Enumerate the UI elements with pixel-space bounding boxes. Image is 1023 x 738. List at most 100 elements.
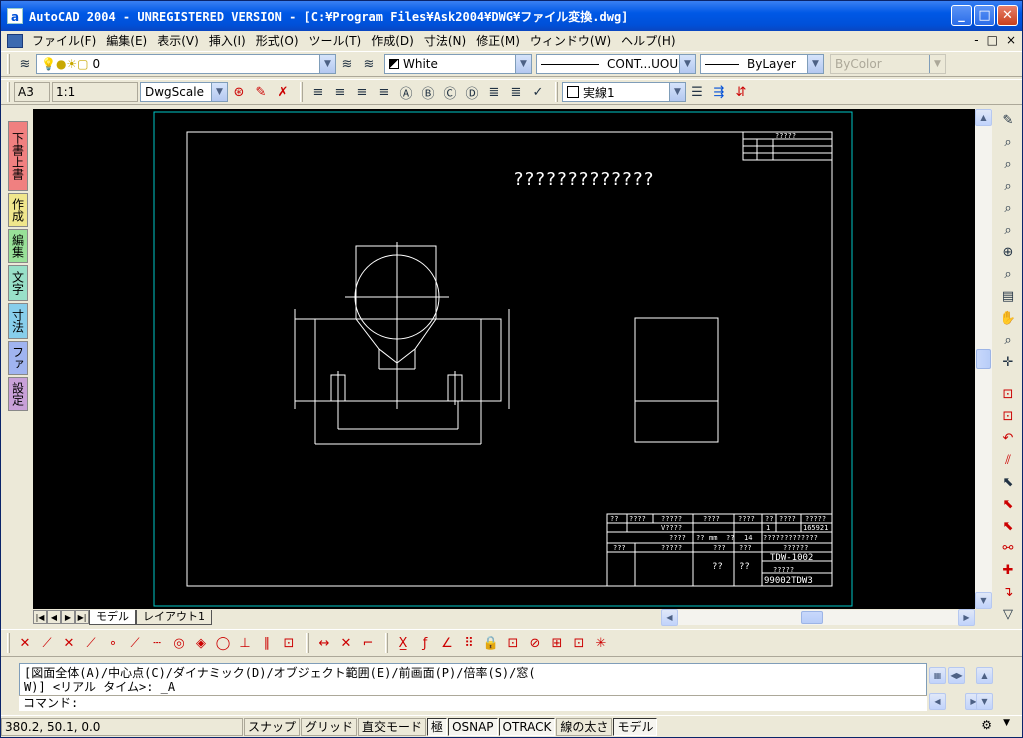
- chevron-down-icon[interactable]: ▼: [679, 55, 695, 73]
- text-b-icon[interactable]: Ⓑ: [417, 81, 439, 103]
- zoom-previous-icon[interactable]: ⌕: [997, 329, 1019, 351]
- layer-match-icon[interactable]: ⇶: [708, 81, 730, 103]
- layer-change-icon[interactable]: ⇵: [730, 81, 752, 103]
- layer-dropdown[interactable]: 💡●☀▢ 0 ▼: [36, 54, 336, 74]
- paper-size-field[interactable]: A3: [14, 82, 50, 102]
- select-undo-icon[interactable]: ↶: [997, 427, 1019, 449]
- text-style-icon-2[interactable]: ≡: [329, 81, 351, 103]
- scale-field[interactable]: 1:1: [52, 82, 138, 102]
- horizontal-scrollbar[interactable]: ◀ ▶: [661, 609, 975, 626]
- communication-center-icon[interactable]: ⚙: [981, 718, 992, 732]
- menu-window[interactable]: ウィンドウ(W): [525, 31, 616, 51]
- snap-intersection-icon[interactable]: ✕: [58, 632, 80, 654]
- snap-box-icon[interactable]: ⊞: [546, 632, 568, 654]
- command-scroll-down[interactable]: ▼: [976, 693, 993, 710]
- prev-tab-button[interactable]: ◀: [47, 610, 61, 624]
- zoom-out-icon[interactable]: ⌕: [997, 263, 1019, 285]
- snap-tangent-icon[interactable]: ◯: [212, 632, 234, 654]
- side-tab-dimension[interactable]: 寸法: [8, 303, 28, 339]
- zoom-scale-icon[interactable]: ⌕: [997, 197, 1019, 219]
- autocad-app-icon[interactable]: a: [7, 8, 23, 24]
- grid-dots-icon[interactable]: ⠿: [458, 632, 480, 654]
- menu-modify[interactable]: 修正(M): [471, 31, 525, 51]
- text-d-icon[interactable]: Ⓓ: [461, 81, 483, 103]
- snap-star-icon[interactable]: ✳: [590, 632, 612, 654]
- linetype-dropdown[interactable]: CONT...UOUS ▼: [536, 54, 696, 74]
- scroll-right-button[interactable]: ▶: [958, 609, 975, 626]
- menu-format[interactable]: 形式(O): [251, 31, 304, 51]
- menu-view[interactable]: 表示(V): [152, 31, 204, 51]
- select-add-icon[interactable]: ⬉: [997, 493, 1019, 515]
- title-bar[interactable]: a AutoCAD 2004 - UNREGISTERED VERSION - …: [1, 1, 1022, 31]
- toolbar-grip[interactable]: [306, 633, 309, 653]
- menu-dimension[interactable]: 寸法(N): [419, 31, 471, 51]
- close-button[interactable]: ✕: [997, 5, 1018, 26]
- doc-restore-button[interactable]: □: [987, 33, 998, 47]
- layer-previous-icon[interactable]: ≋: [358, 53, 380, 75]
- coordinate-readout[interactable]: 380.2, 50.1, 0.0: [1, 717, 243, 736]
- snap-angle-icon[interactable]: ⊘: [524, 632, 546, 654]
- text-style-icon-3[interactable]: ≡: [351, 81, 373, 103]
- pan-hand-icon[interactable]: ✋: [997, 307, 1019, 329]
- text-style-icon-1[interactable]: ≡: [307, 81, 329, 103]
- chevron-down-icon[interactable]: ▼: [807, 55, 823, 73]
- zoom-dynamic-icon[interactable]: ⌕: [997, 175, 1019, 197]
- text-c-icon[interactable]: Ⓒ: [439, 81, 461, 103]
- select-window-icon[interactable]: ⊡: [997, 383, 1019, 405]
- snap-midpoint-icon[interactable]: ⟋: [80, 632, 102, 654]
- model-toggle[interactable]: モデル: [613, 717, 658, 736]
- status-menu-icon[interactable]: ▼: [1003, 718, 1010, 728]
- document-icon[interactable]: [7, 34, 23, 48]
- match-icon[interactable]: ✓: [527, 81, 549, 103]
- lineweight-list-icon[interactable]: ☰: [686, 81, 708, 103]
- side-tab-create[interactable]: 作成: [8, 193, 28, 227]
- command-scroll-up[interactable]: ▲: [976, 667, 993, 684]
- lineweight-toggle[interactable]: 線の太さ: [556, 717, 613, 736]
- edit-drawing-icon[interactable]: ✎: [250, 81, 272, 103]
- select-cross-icon[interactable]: ✚: [997, 559, 1019, 581]
- angle-icon[interactable]: ∠: [436, 632, 458, 654]
- select-group-icon[interactable]: ⚯: [997, 537, 1019, 559]
- layer-manager-icon[interactable]: ≋: [14, 53, 36, 75]
- snap-insert-icon[interactable]: ⊡: [278, 632, 300, 654]
- select-pointer-icon[interactable]: ⬉: [997, 471, 1019, 493]
- off-layer-icon[interactable]: ≣: [505, 81, 527, 103]
- toolbar-grip[interactable]: [7, 82, 10, 102]
- search-drawing-icon[interactable]: ⊛: [228, 81, 250, 103]
- chevron-down-icon[interactable]: ▼: [319, 55, 335, 73]
- zoom-window-icon[interactable]: ⌕: [997, 153, 1019, 175]
- text-style-icon-4[interactable]: ≡: [373, 81, 395, 103]
- chevron-down-icon[interactable]: ▼: [515, 55, 531, 73]
- side-tab-settings[interactable]: 設定: [8, 377, 28, 411]
- maximize-button[interactable]: □: [974, 5, 995, 26]
- select-remove-icon[interactable]: ⬉: [997, 515, 1019, 537]
- delete-drawing-icon[interactable]: ✗: [272, 81, 294, 103]
- scroll-left-button[interactable]: ◀: [661, 609, 678, 626]
- filter-icon[interactable]: ▽: [997, 603, 1019, 625]
- dim-ordinate-icon[interactable]: ⌐: [357, 632, 379, 654]
- on-layer-icon[interactable]: ≣: [483, 81, 505, 103]
- tab-model[interactable]: モデル: [89, 609, 136, 625]
- redraw-icon[interactable]: ✛: [997, 351, 1019, 373]
- make-current-layer-icon[interactable]: ≋: [336, 53, 358, 75]
- osnap-toggle[interactable]: OSNAP: [448, 717, 498, 736]
- command-line[interactable]: コマンド:: [19, 695, 927, 711]
- tab-layout1[interactable]: レイアウト1: [136, 609, 212, 625]
- snap-cancel-icon[interactable]: ✕: [14, 632, 36, 654]
- ortho-toggle[interactable]: 直交モード: [358, 717, 427, 736]
- side-tab-edit[interactable]: 編集: [8, 229, 28, 263]
- polar-toggle[interactable]: 極: [427, 717, 448, 736]
- toolbar-grip[interactable]: [7, 633, 10, 653]
- zoom-center-icon[interactable]: ⌕: [997, 219, 1019, 241]
- zoom-in-icon[interactable]: ⊕: [997, 241, 1019, 263]
- side-tab-text[interactable]: 文字: [8, 265, 28, 301]
- snap-perpendicular-icon[interactable]: ⊥: [234, 632, 256, 654]
- xy-icon[interactable]: X̲: [392, 632, 414, 654]
- first-tab-button[interactable]: |◀: [33, 610, 47, 624]
- vertical-scrollbar[interactable]: ▲ ▼: [975, 109, 992, 609]
- chevron-down-icon[interactable]: ▼: [669, 83, 685, 101]
- snap-endpoint-icon[interactable]: ⟋: [36, 632, 58, 654]
- zoom-all-icon[interactable]: ▤: [997, 285, 1019, 307]
- menu-file[interactable]: ファイル(F): [27, 31, 101, 51]
- next-tab-button[interactable]: ▶: [61, 610, 75, 624]
